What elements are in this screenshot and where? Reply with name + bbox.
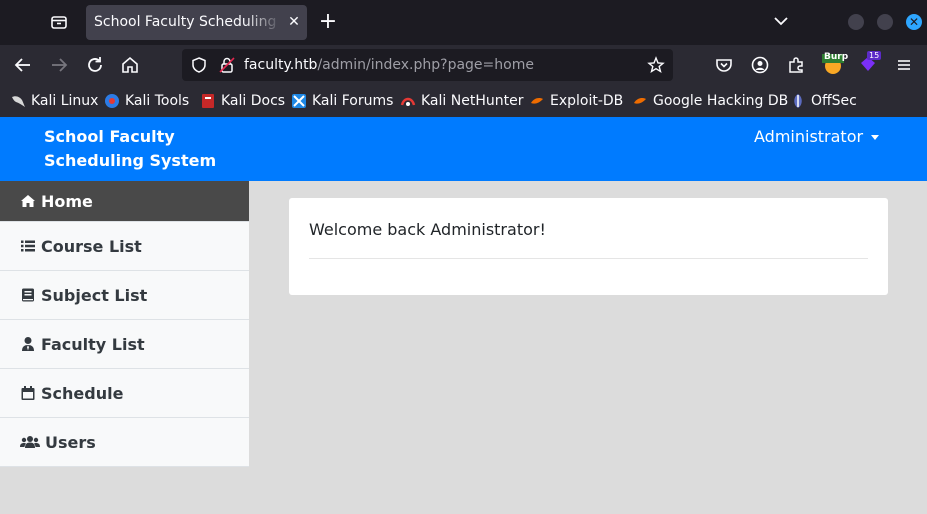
bookmark-label: OffSec [811, 93, 857, 109]
sidebar-item-home[interactable]: Home [0, 181, 249, 222]
users-icon [20, 436, 40, 448]
welcome-card: Welcome back Administrator! [289, 198, 888, 295]
sidebar-item-label: Home [41, 191, 93, 211]
sidebar-item-course-list[interactable]: Course List [0, 222, 249, 271]
window-close-button[interactable]: ✕ [906, 14, 922, 30]
sidebar-item-label: Course List [41, 236, 142, 256]
sidebar-item-subject-list[interactable]: Subject List [0, 271, 249, 320]
bookmark-kali-nethunter[interactable]: Kali NetHunter [400, 92, 523, 110]
bookmarks-bar: Kali Linux Kali Tools Kali Docs Kali For… [0, 85, 927, 117]
sidebar-item-schedule[interactable]: Schedule [0, 369, 249, 418]
url-host: faculty.htb [244, 57, 318, 73]
foxyproxy-extension-icon[interactable]: 15 [858, 51, 882, 77]
sidebar-item-users[interactable]: Users [0, 418, 249, 467]
hamburger-menu-icon[interactable] [894, 55, 914, 75]
sidebar-item-label: Faculty List [41, 334, 145, 354]
tab-list-icon[interactable] [50, 13, 68, 31]
bookmark-kali-forums[interactable]: Kali Forums [291, 92, 393, 110]
tab-title: School Faculty Scheduling System [94, 14, 282, 30]
bookmark-label: Exploit-DB [550, 93, 624, 109]
back-arrow-icon[interactable] [13, 55, 33, 75]
bookmark-google-hacking-db[interactable]: Google Hacking DB [632, 92, 788, 110]
burp-label: Burp [824, 52, 849, 62]
url-bar[interactable]: faculty.htb/admin/index.php?page=home [182, 49, 673, 81]
list-icon [21, 240, 35, 252]
bookmark-kali-docs[interactable]: Kali Docs [200, 92, 285, 110]
browser-nav-bar: faculty.htb/admin/index.php?page=home Bu… [0, 45, 927, 85]
calendar-icon [21, 386, 35, 400]
tab-close-icon[interactable]: ✕ [286, 14, 302, 30]
exploit-db-icon [531, 98, 543, 104]
sidebar-item-label: Users [45, 432, 96, 452]
url-path: /admin/index.php?page=home [317, 57, 534, 73]
chevron-down-icon[interactable] [772, 12, 790, 30]
kali-tools-icon [105, 94, 119, 108]
divider [309, 258, 868, 259]
url-text[interactable]: faculty.htb/admin/index.php?page=home [244, 57, 534, 73]
sidebar-item-label: Schedule [41, 383, 124, 403]
bookmark-label: Kali Docs [221, 93, 286, 109]
browser-tab-bar: School Faculty Scheduling System ✕ + ✕ [0, 0, 927, 45]
bookmark-kali-linux[interactable]: Kali Linux [10, 92, 98, 110]
bookmark-offsec[interactable]: OffSec [790, 92, 857, 110]
home-browser-icon[interactable] [120, 55, 140, 75]
app-header: School Faculty Scheduling System Adminis… [0, 117, 927, 181]
reload-icon[interactable] [85, 55, 105, 75]
pocket-icon[interactable] [714, 55, 734, 75]
bookmark-label: Kali Tools [125, 93, 190, 109]
kali-forums-icon [292, 94, 306, 108]
insecure-lock-icon[interactable] [218, 56, 236, 74]
sidebar: Home Course List Subject List Faculty Li… [0, 181, 249, 467]
star-bookmark-icon[interactable] [647, 56, 665, 74]
bookmark-label: Kali NetHunter [421, 93, 524, 109]
new-tab-icon[interactable]: + [318, 11, 338, 33]
ghdb-icon [634, 98, 646, 104]
forward-arrow-icon[interactable] [49, 55, 69, 75]
book-icon [22, 288, 34, 302]
bookmark-label: Kali Forums [312, 93, 394, 109]
bookmark-label: Google Hacking DB [653, 93, 789, 109]
extensions-icon[interactable] [786, 55, 806, 75]
burp-extension-icon[interactable]: Burp [822, 52, 848, 76]
kali-dragon-icon [12, 96, 25, 107]
welcome-message: Welcome back Administrator! [309, 220, 546, 239]
bookmark-kali-tools[interactable]: Kali Tools [104, 92, 189, 110]
user-tie-icon [22, 337, 34, 351]
extension-badge: 15 [867, 51, 882, 60]
user-menu-label: Administrator [754, 127, 864, 146]
offsec-icon [794, 94, 802, 108]
app-brand[interactable]: School Faculty Scheduling System [44, 125, 274, 173]
bookmark-exploit-db[interactable]: Exploit-DB [529, 92, 623, 110]
close-icon: ✕ [908, 15, 920, 29]
sidebar-item-label: Subject List [41, 285, 148, 305]
browser-tab-active[interactable]: School Faculty Scheduling System ✕ [86, 5, 307, 40]
minimize-button[interactable] [848, 14, 864, 30]
maximize-button[interactable] [877, 14, 893, 30]
account-icon[interactable] [750, 55, 770, 75]
nethunter-icon [400, 97, 416, 106]
bookmark-label: Kali Linux [31, 93, 99, 109]
sidebar-item-faculty-list[interactable]: Faculty List [0, 320, 249, 369]
shield-icon[interactable] [190, 56, 208, 74]
home-icon [21, 195, 35, 207]
user-menu-dropdown[interactable]: Administrator [754, 127, 880, 146]
caret-down-icon [871, 135, 880, 140]
kali-docs-icon [202, 94, 214, 108]
